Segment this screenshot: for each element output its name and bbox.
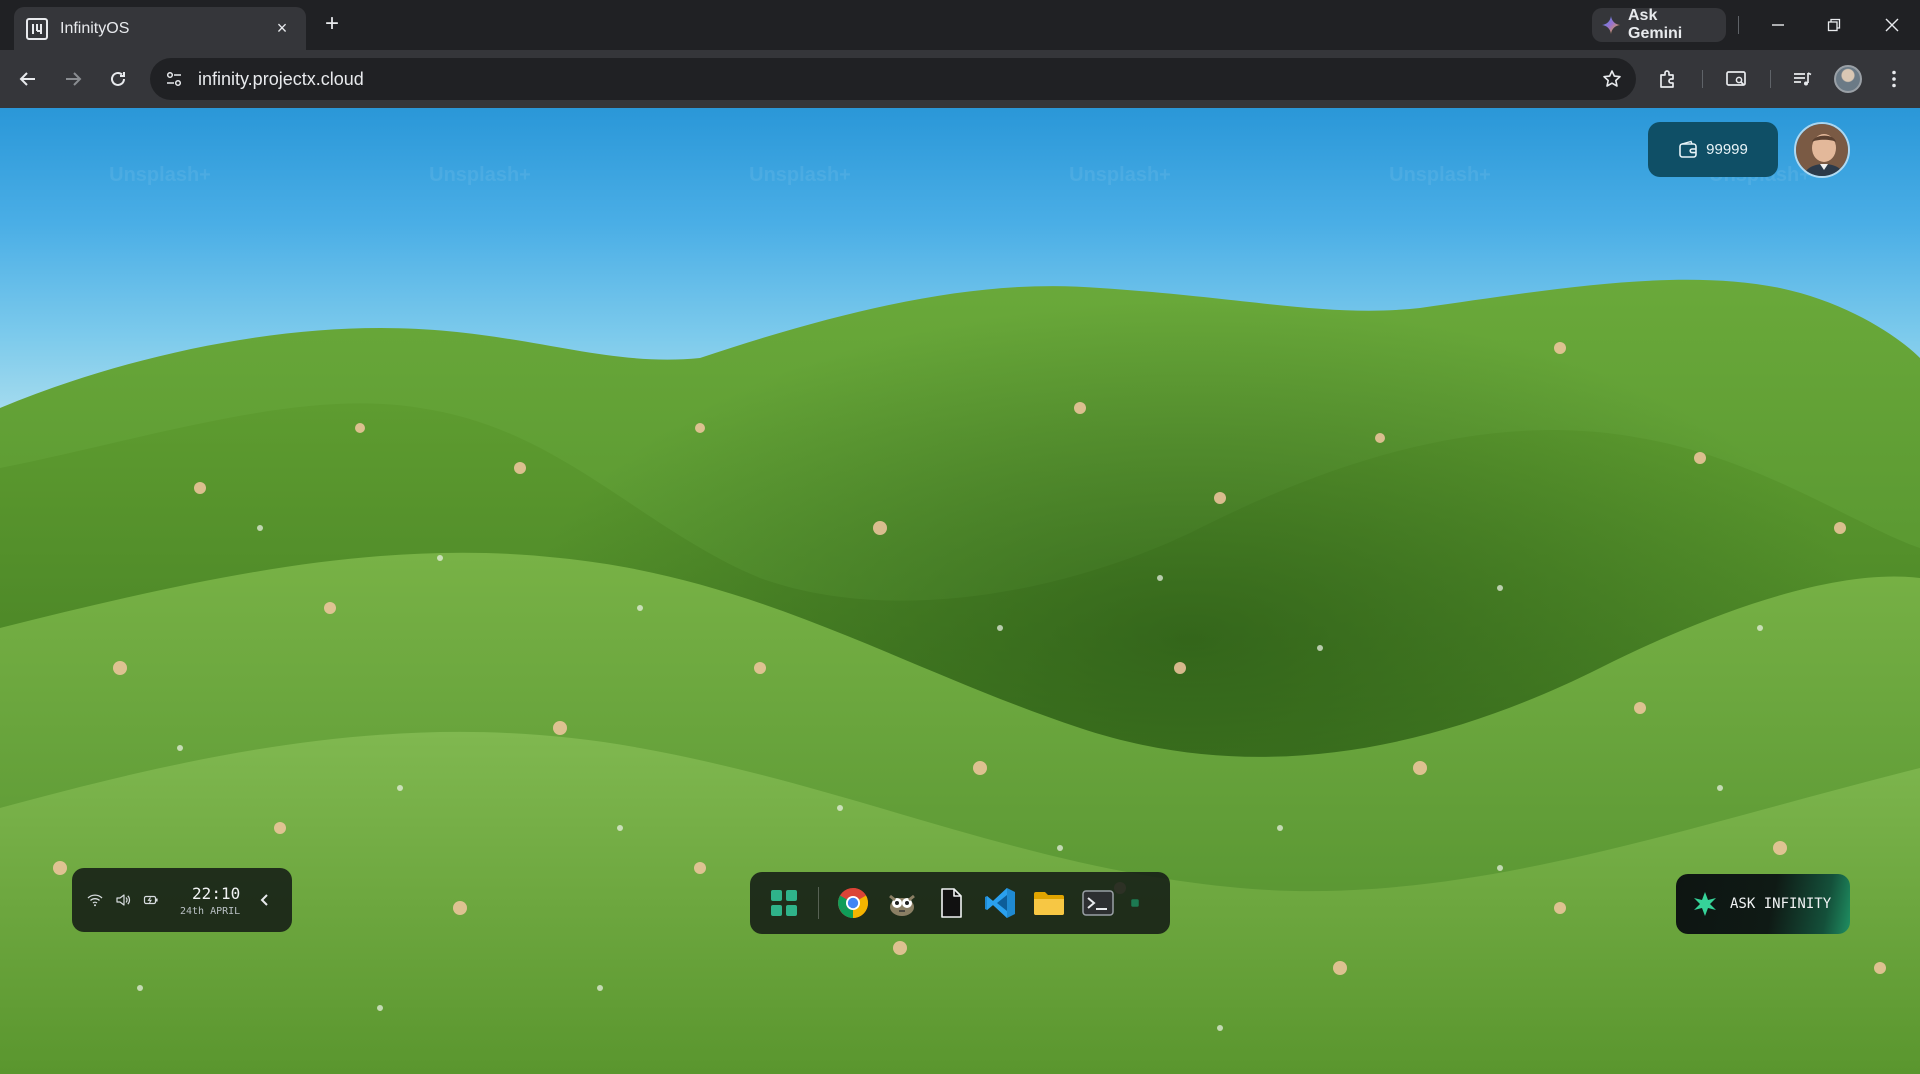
dock-terminal[interactable] [1078,883,1118,923]
watermark-text: Unsplash+ [429,164,531,186]
restore-icon [1827,18,1841,32]
folder-icon [1034,892,1064,915]
url-text: infinity.projectx.cloud [198,68,364,89]
screen-search-icon [1726,71,1746,86]
vscode-icon [985,888,1015,918]
browser-toolbar: infinity.projectx.cloud [0,50,1920,108]
ask-gemini-label: Ask Gemini [1628,7,1683,42]
forward-button[interactable] [57,63,89,95]
infinityos-favicon-icon [26,17,48,40]
wallet-credits-button[interactable]: 99999 [1648,122,1778,177]
minimize-button[interactable] [1760,10,1796,40]
close-tab-icon[interactable]: × [270,17,294,41]
gemini-sparkle-icon [1602,16,1620,34]
clock-time: 22:10 [192,883,241,903]
close-window-button[interactable] [1874,10,1910,40]
lens-button[interactable] [1720,63,1752,95]
dock-running-indicator [1127,883,1143,923]
dock-gimp[interactable] [882,883,922,923]
browser-profile-avatar[interactable] [1834,65,1862,93]
browser-tab-strip: InfinityOS × + Ask Gemini [0,0,1920,50]
gimp-icon [889,894,915,916]
minimize-icon [1772,24,1784,26]
ask-infinity-button[interactable]: ASK INFINITY [1676,874,1850,934]
battery-icon[interactable] [142,891,160,909]
dock-document[interactable] [931,883,971,923]
divider [1702,70,1703,88]
close-icon [1885,18,1899,32]
credits-value: 99999 [1706,141,1748,158]
dock-app-launcher[interactable] [764,883,804,923]
chrome-menu-button[interactable] [1878,63,1910,95]
volume-icon[interactable] [114,891,132,909]
watermark-row: Unsplash+ Unsplash+ Unsplash+ Unsplash+ … [0,164,1920,187]
chevron-left-icon [260,894,268,906]
watermark-text: Unsplash+ [749,164,851,186]
browser-tab-infinityos[interactable]: InfinityOS × [14,7,306,50]
taskbar-dock [750,872,1170,934]
arrow-left-icon [19,72,35,86]
puzzle-icon [1660,70,1674,88]
clock[interactable]: 22:10 24th APRIL [180,884,240,917]
queue-music-icon [1794,72,1812,86]
tray-expand-button[interactable] [256,889,274,911]
media-control-button[interactable] [1786,63,1818,95]
terminal-icon [1082,890,1114,916]
bookmark-button[interactable] [1592,59,1632,99]
ask-infinity-label: ASK INFINITY [1730,896,1832,912]
app-launcher-icon [771,890,797,916]
extensions-button[interactable] [1652,63,1684,95]
infinity-star-icon [1694,892,1716,916]
watermark-text: Unsplash+ [109,164,211,186]
user-avatar[interactable] [1794,122,1850,178]
dock-divider [818,887,819,919]
system-tray: 22:10 24th APRIL [72,868,292,932]
ask-gemini-button[interactable]: Ask Gemini [1592,7,1726,42]
wifi-icon[interactable] [86,891,104,909]
watermark-text: Unsplash+ [1069,164,1171,186]
arrow-right-icon [66,72,82,86]
restore-button[interactable] [1816,10,1852,40]
chrome-icon [838,888,869,918]
dock-files[interactable] [1029,883,1069,923]
address-bar[interactable]: infinity.projectx.cloud [150,58,1636,100]
back-button[interactable] [12,63,44,95]
divider [1770,70,1771,88]
clock-date: 24th APRIL [180,905,241,917]
dock-chrome[interactable] [833,883,873,923]
more-vert-icon [1892,70,1896,88]
star-icon [1603,70,1621,87]
tab-title: InfinityOS [60,19,130,37]
new-tab-button[interactable]: + [318,10,346,38]
indicator-icon [1131,899,1139,907]
tune-icon [166,71,182,87]
reload-icon [111,71,125,86]
site-info-button[interactable] [154,58,194,100]
wallet-icon [1679,140,1697,158]
watermark-text: Unsplash+ [1389,164,1491,186]
reload-button[interactable] [102,63,134,95]
divider [1738,16,1739,34]
dock-vscode[interactable] [980,883,1020,923]
file-icon [941,888,962,918]
